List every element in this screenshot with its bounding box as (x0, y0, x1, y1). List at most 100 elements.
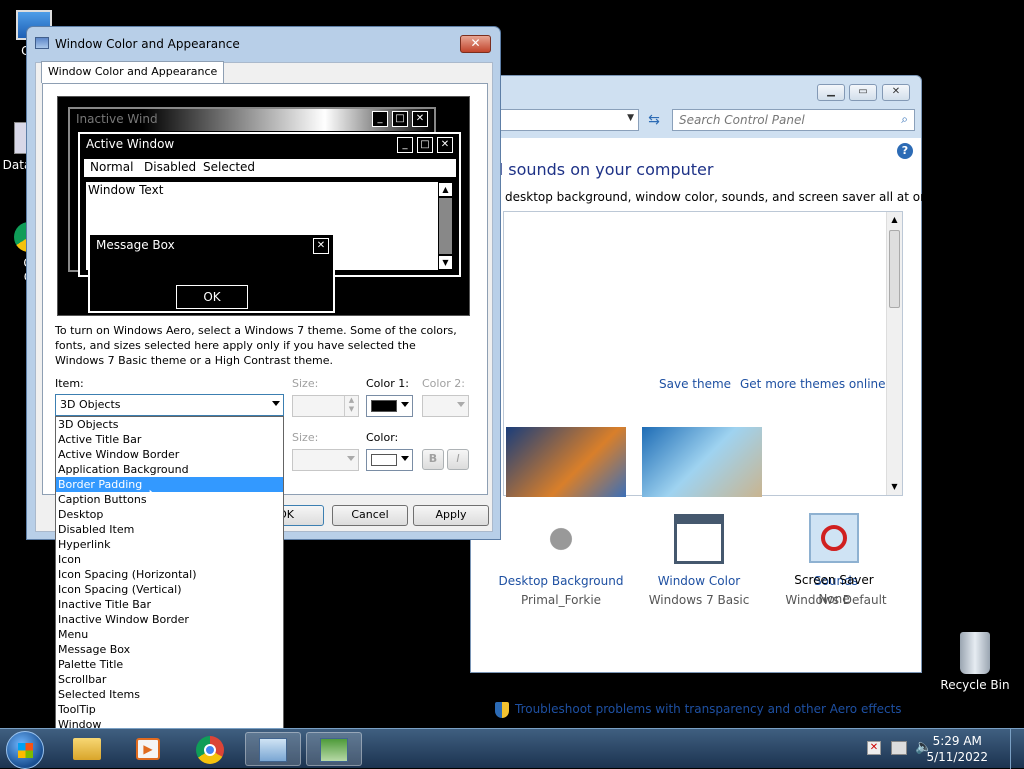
screen-saver-tile[interactable]: Screen Saver None (764, 513, 904, 606)
item-option[interactable]: Active Window Border (56, 447, 283, 462)
item-option[interactable]: Icon Spacing (Horizontal) (56, 567, 283, 582)
start-button[interactable] (6, 731, 44, 769)
maximize-icon: □ (392, 111, 408, 127)
troubleshoot-link[interactable]: Troubleshoot problems with transparency … (515, 702, 902, 716)
desktop-icon-recycle-bin[interactable]: Recycle Bin (940, 632, 1010, 692)
close-button[interactable]: ✕ (460, 35, 491, 53)
desktop-background-tile[interactable]: Desktop Background Primal_Forkie (491, 514, 631, 607)
preview-menu-bar: Normal Disabled Selected (84, 159, 456, 177)
bold-button[interactable]: B (422, 449, 444, 470)
color2-label: Color 2: (422, 377, 465, 390)
item-option[interactable]: Inactive Title Bar (56, 597, 283, 612)
tile-label[interactable]: Screen Saver (764, 573, 904, 587)
help-icon[interactable]: ? (897, 143, 913, 159)
theme-thumbnail[interactable] (642, 427, 762, 497)
window-color-tile[interactable]: Window Color Windows 7 Basic (629, 514, 769, 607)
chevron-down-icon[interactable] (401, 456, 409, 461)
chevron-down-icon[interactable] (401, 402, 409, 407)
show-desktop-button[interactable] (1010, 729, 1024, 769)
item-option[interactable]: Icon (56, 552, 283, 567)
theme-thumbnail[interactable] (506, 427, 626, 497)
tile-sub: Windows 7 Basic (648, 593, 750, 607)
item-option[interactable]: 3D Objects (56, 417, 283, 432)
minimize-icon: _ (372, 111, 388, 127)
item-option[interactable]: Inactive Window Border (56, 612, 283, 627)
chevron-down-icon[interactable]: ▼ (627, 113, 634, 123)
chevron-down-icon[interactable] (272, 401, 280, 406)
font-size-dropdown (292, 449, 359, 471)
menu-disabled: Disabled (144, 160, 197, 174)
tile-sub: None (818, 592, 850, 606)
tab-window-color-appearance[interactable]: Window Color and Appearance (41, 61, 225, 83)
item-label: Item: (55, 377, 84, 390)
color1-picker[interactable] (366, 395, 413, 417)
aero-description: To turn on Windows Aero, select a Window… (55, 324, 457, 367)
item-dropdown-list[interactable]: 3D Objects Active Title Bar Active Window … (55, 416, 284, 734)
item-option[interactable]: Menu (56, 627, 283, 642)
cancel-button[interactable]: Cancel (332, 505, 408, 526)
scroll-thumb[interactable] (889, 230, 900, 308)
item-option[interactable]: Desktop (56, 507, 283, 522)
color2-picker (422, 395, 469, 417)
tile-label[interactable]: Desktop Background (491, 574, 631, 588)
item-option[interactable]: Palette Title (56, 657, 283, 672)
italic-button[interactable]: I (447, 449, 469, 470)
search-icon[interactable]: ⌕ (901, 112, 908, 127)
item-option[interactable]: Disabled Item (56, 522, 283, 537)
media-player-icon: ▶ (136, 738, 160, 760)
item-option[interactable]: Message Box (56, 642, 283, 657)
minimize-icon: _ (397, 137, 413, 153)
taskbar-explorer[interactable] (59, 732, 115, 766)
font-size-label: Size: (292, 431, 319, 444)
network-icon[interactable] (891, 741, 907, 755)
item-option[interactable]: Scrollbar (56, 672, 283, 687)
taskbar-media-player[interactable]: ▶ (120, 732, 176, 766)
search-input[interactable]: Search Control Panel ⌕ (672, 109, 915, 131)
item-dropdown[interactable]: 3D Objects (55, 394, 284, 416)
page-heading: d sounds on your computer (493, 160, 714, 179)
get-more-themes-link[interactable]: Get more themes online (740, 377, 886, 391)
item-option[interactable]: ToolTip (56, 702, 283, 717)
size-spinner: ▲ ▼ (292, 395, 359, 417)
scroll-down-icon[interactable]: ▼ (887, 479, 902, 495)
inactive-title-text: Inactive Wind (76, 112, 158, 126)
item-option[interactable]: Application Background (56, 462, 283, 477)
tile-sub: Primal_Forkie (520, 593, 602, 607)
clock-time: 5:29 AM (932, 734, 982, 748)
ok-text: OK (203, 290, 221, 304)
window-color-icon (674, 514, 724, 564)
close-button[interactable]: ✕ (882, 84, 910, 101)
screen-saver-icon (809, 513, 859, 563)
clock-date: 5/11/2022 (926, 750, 988, 764)
minimize-button[interactable]: ▁ (817, 84, 845, 101)
scroll-up-icon[interactable]: ▲ (887, 212, 902, 228)
item-option[interactable]: Border Padding (56, 477, 283, 492)
page-subheading: desktop background, window color, sounds… (505, 190, 946, 204)
search-placeholder: Search Control Panel (679, 113, 805, 127)
save-theme-link[interactable]: Save theme (659, 377, 731, 391)
taskbar-chrome[interactable] (182, 732, 238, 766)
appearance-preview[interactable]: Inactive Wind _ □ ✕ Active Window _ □ ✕ … (57, 96, 470, 316)
taskbar-window-color[interactable] (306, 732, 362, 766)
action-center-icon[interactable]: ✕ (867, 741, 881, 755)
font-color-label: Color: (366, 431, 399, 444)
taskbar-control-panel[interactable] (245, 732, 301, 766)
refresh-icon[interactable]: ⇆ (643, 109, 665, 131)
themes-list[interactable]: ▲ ▼ Save theme Get more themes online (503, 211, 903, 497)
item-option[interactable]: Active Title Bar (56, 432, 283, 447)
themes-scrollbar[interactable]: ▲ ▼ (886, 212, 902, 495)
control-panel-icon (259, 738, 287, 762)
font-color-picker[interactable] (366, 449, 413, 471)
tile-label[interactable]: Window Color (629, 574, 769, 588)
size-label: Size: (292, 377, 319, 390)
windows-logo-icon (18, 743, 33, 758)
item-option[interactable]: Selected Items (56, 687, 283, 702)
maximize-button[interactable]: ▭ (849, 84, 877, 101)
dialog-icon (35, 37, 49, 49)
desktop-icon-label: Recycle Bin (940, 678, 1010, 692)
item-option[interactable]: Caption Buttons (56, 492, 283, 507)
system-clock[interactable]: 5:29 AM 5/11/2022 (926, 733, 988, 765)
item-option[interactable]: Hyperlink (56, 537, 283, 552)
apply-button[interactable]: Apply (413, 505, 489, 526)
item-option[interactable]: Icon Spacing (Vertical) (56, 582, 283, 597)
